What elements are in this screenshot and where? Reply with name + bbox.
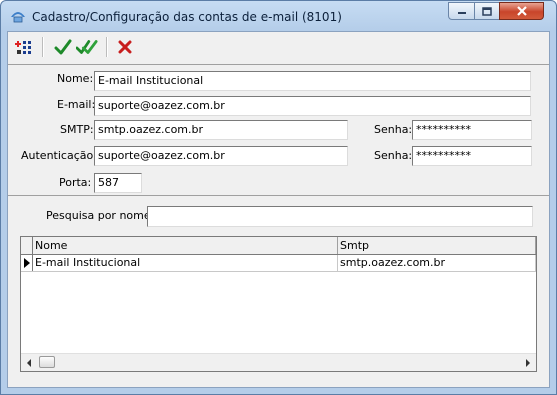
maximize-button[interactable]	[474, 2, 500, 20]
confirm-all-button[interactable]	[76, 36, 98, 58]
senha-label: Senha:	[374, 123, 413, 136]
arrow-left-icon	[27, 358, 31, 367]
double-checkmark-icon	[76, 40, 98, 54]
accounts-grid: Nome Smtp E-mail Institucional smtp.oaze…	[20, 236, 537, 372]
client-area: Nome: E-mail Institucional E-mail: supor…	[7, 31, 550, 388]
close-button[interactable]	[499, 2, 544, 20]
email-label: E-mail:	[57, 98, 96, 111]
smtp-label: SMTP:	[60, 123, 94, 136]
nome-label: Nome:	[57, 72, 94, 85]
table-row[interactable]: E-mail Institucional smtp.oazez.com.br	[21, 255, 536, 272]
porta-field[interactable]: 587	[94, 173, 142, 193]
column-header-nome[interactable]: Nome	[33, 237, 338, 254]
porta-label: Porta:	[59, 176, 92, 189]
confirm-button[interactable]	[52, 36, 74, 58]
current-row-arrow-icon	[24, 258, 30, 268]
grid-header: Nome Smtp	[21, 237, 536, 255]
toolbar-separator	[106, 37, 108, 57]
senha-auth-label: Senha:	[374, 149, 413, 162]
title-bar[interactable]: Cadastro/Configuração das contas de e-ma…	[1, 1, 556, 31]
main-window: Cadastro/Configuração das contas de e-ma…	[0, 0, 557, 395]
checkmark-icon	[54, 39, 72, 55]
cell-smtp: smtp.oazez.com.br	[338, 255, 536, 271]
toolbar	[8, 32, 549, 63]
row-indicator	[21, 255, 33, 271]
scroll-right-button[interactable]	[520, 354, 536, 371]
close-icon	[516, 6, 527, 16]
header-indicator	[21, 237, 33, 254]
app-icon	[11, 12, 25, 23]
scroll-left-button[interactable]	[21, 354, 37, 371]
cancel-button[interactable]	[114, 36, 136, 58]
nome-field[interactable]: E-mail Institucional	[94, 71, 531, 91]
search-input[interactable]	[147, 206, 533, 227]
email-field[interactable]: suporte@oazez.com.br	[94, 96, 531, 116]
toolbar-separator	[42, 37, 44, 57]
add-record-icon	[15, 41, 31, 54]
smtp-field[interactable]: smtp.oazez.com.br	[94, 120, 348, 140]
senha-field[interactable]: **********	[412, 120, 532, 140]
autenticacao-label: Autenticação:	[21, 149, 97, 162]
minimize-icon	[457, 12, 466, 14]
column-header-smtp[interactable]: Smtp	[338, 237, 536, 254]
autenticacao-field[interactable]: suporte@oazez.com.br	[94, 146, 348, 166]
add-record-button[interactable]	[14, 36, 36, 58]
senha-auth-field[interactable]: **********	[412, 146, 532, 166]
cell-nome: E-mail Institucional	[33, 255, 338, 271]
search-label: Pesquisa por nome:	[46, 209, 155, 222]
arrow-right-icon	[526, 358, 530, 367]
search-section: Pesquisa por nome: Nome Smtp E-mail Inst…	[8, 196, 549, 386]
account-form: Nome: E-mail Institucional E-mail: supor…	[8, 64, 549, 196]
maximize-icon	[482, 6, 492, 16]
red-x-icon	[118, 40, 132, 54]
minimize-button[interactable]	[448, 2, 475, 20]
scroll-thumb[interactable]	[39, 356, 55, 368]
window-title: Cadastro/Configuração das contas de e-ma…	[32, 10, 342, 24]
horizontal-scrollbar[interactable]	[21, 353, 536, 371]
